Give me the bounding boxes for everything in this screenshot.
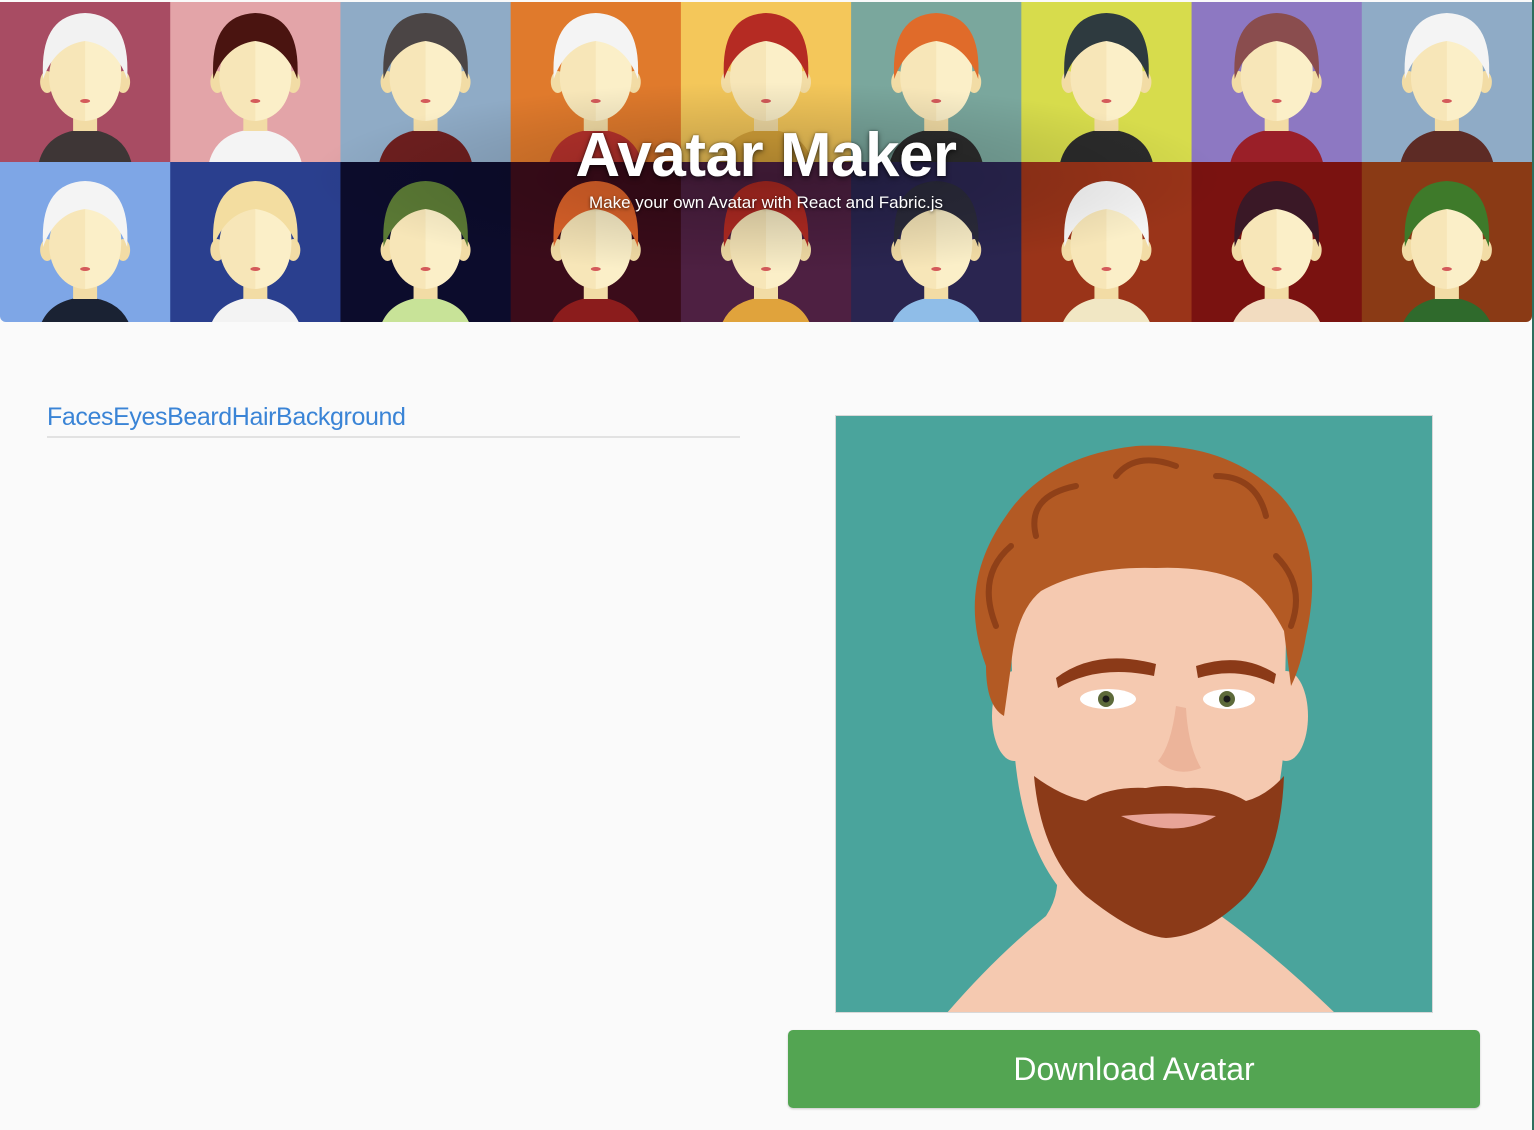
tab-faces[interactable]: Faces [47, 400, 113, 436]
tab-eyes[interactable]: Eyes [113, 400, 167, 436]
tab-hair[interactable]: Hair [232, 400, 277, 436]
category-tabs: Faces Eyes Beard Hair Background [47, 400, 740, 438]
download-avatar-button[interactable]: Download Avatar [788, 1030, 1480, 1108]
avatar-preview-canvas[interactable] [835, 415, 1433, 1013]
tab-beard[interactable]: Beard [167, 400, 232, 436]
app: Avatar Maker Make your own Avatar with R… [0, 0, 1532, 1130]
avatar-preview-image [836, 416, 1432, 1012]
page-subtitle: Make your own Avatar with React and Fabr… [588, 193, 943, 212]
hero-banner: Avatar Maker Make your own Avatar with R… [0, 2, 1532, 322]
tab-background[interactable]: Background [276, 400, 406, 436]
page-title: Avatar Maker [575, 121, 957, 190]
